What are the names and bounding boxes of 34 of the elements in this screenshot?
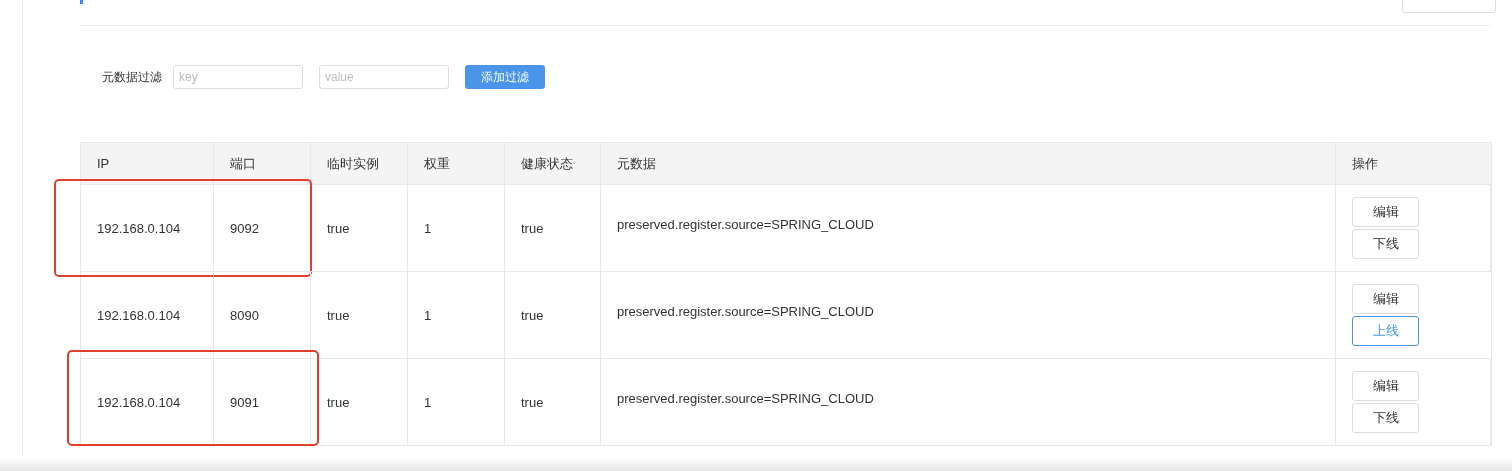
column-header: 操作 — [1351, 154, 1379, 173]
column-header: IP — [81, 143, 214, 184]
table-cell: 192.168.0.104 — [81, 359, 214, 445]
table-cell: true — [505, 359, 601, 445]
column-header: 权重 — [408, 143, 505, 184]
table-cell: preserved.register.source=SPRING_CLOUD — [601, 272, 1336, 358]
action-button[interactable]: 下线 — [1352, 229, 1419, 259]
table-cell: preserved.register.source=SPRING_CLOUD — [601, 185, 1336, 271]
action-button[interactable]: 编辑 — [1352, 197, 1419, 227]
table-cell: 1 — [408, 185, 505, 271]
table-cell: 9092 — [214, 185, 311, 271]
table-cell: true — [505, 272, 601, 358]
table-cell: true — [311, 359, 408, 445]
action-button[interactable]: 编辑 — [1352, 284, 1419, 314]
column-header: 健康状态 — [505, 143, 601, 184]
value-field[interactable]: value — [319, 65, 449, 89]
column-header: 元数据 — [601, 143, 1336, 184]
action-button[interactable]: 下线 — [1352, 403, 1419, 433]
table-cell: true — [505, 185, 601, 271]
table-cell: true — [311, 272, 408, 358]
key-field[interactable]: key — [173, 65, 303, 89]
table-cell: 192.168.0.104 — [81, 272, 214, 358]
column-header: 端口 — [214, 143, 311, 184]
table-cell: 8090 — [214, 272, 311, 358]
table-cell: 192.168.0.104 — [81, 185, 214, 271]
filter-label: 元数据过滤 — [102, 68, 163, 86]
table-cell: 1 — [408, 359, 505, 445]
table-cell: true — [311, 185, 408, 271]
action-button[interactable]: 编辑 — [1352, 371, 1419, 401]
table-cell: preserved.register.source=SPRING_CLOUD — [601, 359, 1336, 445]
table-cell: 9091 — [214, 359, 311, 445]
column-header: 临时实例 — [311, 143, 408, 184]
title-accent-bar — [80, 0, 83, 4]
table-cell: 1 — [408, 272, 505, 358]
